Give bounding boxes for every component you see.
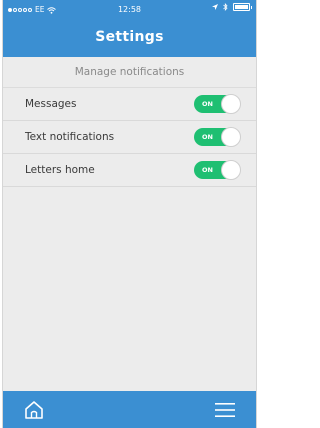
messages-toggle[interactable]: ON [194,94,241,114]
toggle-state-text: ON [202,166,213,174]
section-header-manage-notifications: Manage notifications [3,57,256,88]
toggle-state-text: ON [202,100,213,108]
setting-row-messages: Messages ON [3,88,256,121]
top-bar: EE 12:58 Settings [3,0,256,57]
toggle-knob [221,160,241,180]
status-right [212,3,252,11]
hamburger-menu-icon[interactable] [214,401,236,419]
toggle-knob [221,94,241,114]
page-title: Settings [95,29,164,45]
phone-screen: EE 12:58 Settings Manage notifications M… [2,0,257,428]
settings-list: Messages ON Text notifications ON Letter… [3,88,256,187]
setting-row-text-notifications: Text notifications ON [3,121,256,154]
bluetooth-icon [223,3,228,11]
toggle-knob [221,127,241,147]
text-notifications-toggle[interactable]: ON [194,127,241,147]
status-bar: EE 12:58 [3,3,256,17]
setting-row-letters-home: Letters home ON [3,154,256,187]
setting-label: Text notifications [25,131,115,143]
battery-icon [233,3,252,11]
bottom-nav-bar [3,391,256,428]
setting-label: Letters home [25,164,95,176]
letters-home-toggle[interactable]: ON [194,160,241,180]
location-arrow-icon [212,4,218,10]
setting-label: Messages [25,98,77,110]
home-icon[interactable] [23,400,45,420]
toggle-state-text: ON [202,133,213,141]
